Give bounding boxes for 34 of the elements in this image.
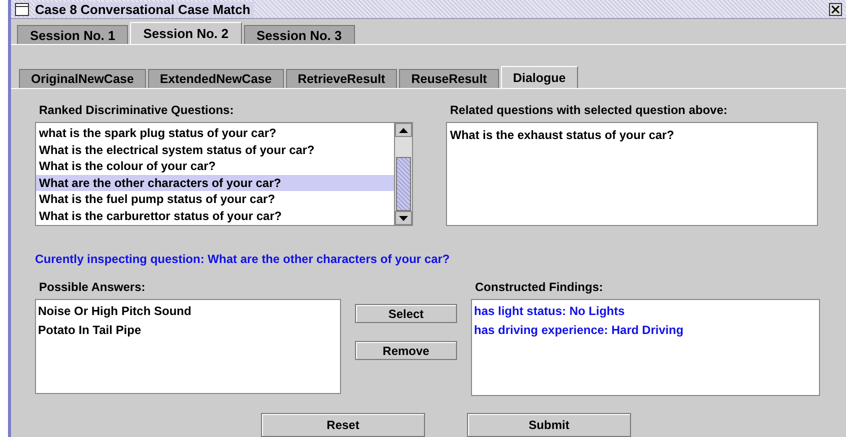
window-title: Case 8 Conversational Case Match [35,2,254,16]
question-item[interactable]: What are the other characters of your car? [36,174,394,191]
list-label: Possible Answers: [39,280,146,294]
question-item[interactable]: What is the electrical system status of your car? [36,142,394,158]
action-button[interactable]: Reset [261,413,425,437]
window-icon [15,2,29,16]
action-button[interactable]: Remove [355,341,457,360]
session-tab[interactable]: Session No. 3 [244,25,355,44]
question-item[interactable]: What is the fuel pump status of your car? [36,191,394,208]
view-tab[interactable]: ExtendedNewCase [148,69,284,88]
scroll-down-icon[interactable] [395,211,412,225]
finding-item[interactable]: has driving experience: Hard Driving [474,321,817,340]
view-tab[interactable]: Dialogue [500,66,578,88]
scrollbar-thumb[interactable] [396,157,411,211]
finding-item[interactable]: has light status: No Lights [474,302,817,321]
action-button[interactable]: Submit [467,413,631,437]
question-item[interactable]: What is the colour of your car? [36,158,394,174]
view-tab[interactable]: RetrieveResult [286,69,398,88]
answer-item[interactable]: Potato In Tail Pipe [38,321,338,340]
view-tab[interactable]: ReuseResult [399,69,499,88]
list-label: Related questions with selected question above: [450,103,728,117]
list-label: Ranked Discriminative Questions: [39,103,235,117]
session-tab[interactable]: Session No. 1 [17,25,128,44]
session-tab[interactable]: Session No. 2 [130,22,242,44]
question-item[interactable]: what is the spark plug status of your car? [36,125,394,142]
action-button[interactable]: Select [355,304,457,323]
answer-item[interactable]: Noise Or High Pitch Sound [38,302,338,321]
scroll-up-icon[interactable] [395,123,412,137]
question-item[interactable]: What is the carburettor status of your car? [36,208,394,224]
view-tab[interactable]: OriginalNewCase [19,69,146,88]
list-label: Constructed Findings: [475,280,604,294]
inspecting-text: Curently inspecting question: What are the other characters of your car? [35,252,451,266]
close-icon[interactable] [829,2,842,16]
related-question-item[interactable]: What is the exhaust status of your car? [450,126,814,145]
